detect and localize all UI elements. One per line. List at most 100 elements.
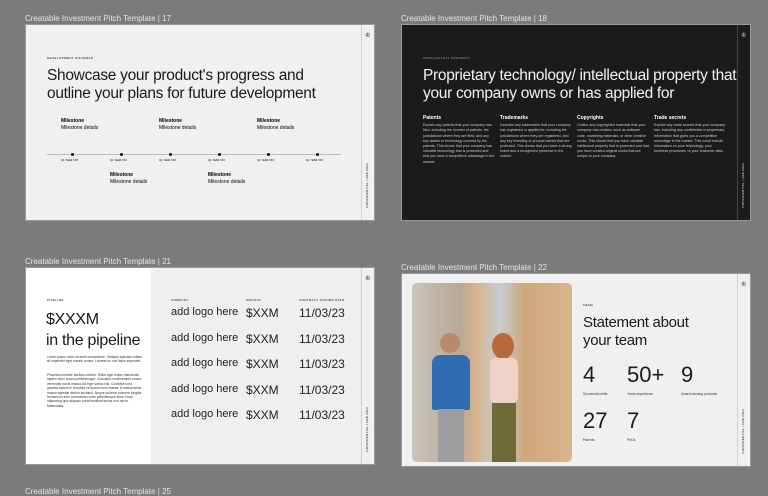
table-cell: $XXM (246, 331, 279, 346)
milestone-details: Milestone details (257, 125, 295, 131)
milestone-title: Milestone (208, 172, 232, 178)
team-photo (412, 283, 572, 462)
table-cell: 11/03/23 (299, 331, 345, 346)
slide-label: Creatable Investment Pitch Template | 22 (401, 263, 548, 272)
slide-kicker: Intellectual property (423, 56, 471, 60)
stat-caption: Successful exits (583, 392, 608, 396)
side-strip: ♔ CONFIDENTIAL | FEB 2023 (361, 25, 374, 220)
table-cell: 11/03/23 (299, 357, 345, 371)
slide-21[interactable]: Pipeline $XXXM in the pipeline Lorem ips… (25, 267, 375, 465)
stat-value: 9 (681, 362, 694, 387)
stat-caption: Patents (583, 438, 595, 442)
column-header: Amount (246, 298, 262, 302)
slide-label: Creatable Investment Pitch Template | 21 (25, 257, 172, 266)
column-title: Copyrights (577, 115, 604, 121)
timeline-line (47, 154, 341, 155)
column-text: Explain any patents that your company ha… (423, 123, 495, 164)
slide-title: Showcase your product's progress and out… (47, 67, 316, 102)
confidential-label: CONFIDENTIAL | FEB 2023 (365, 163, 369, 208)
milestone: Milestone Milestone details (61, 118, 98, 132)
stat-caption: Award-winning products (681, 392, 718, 396)
side-strip: ♔ CONFIDENTIAL | FEB 2023 (737, 274, 750, 466)
milestone: Milestone Milestone details (159, 118, 196, 132)
ip-column: Trade secrets Explain any trade secrets t… (654, 115, 726, 154)
slide-kicker: Development roadmap (47, 56, 94, 60)
quarter-label: Q1 YEAR XXX (159, 159, 177, 162)
slide-17[interactable]: Development roadmap Showcase your produc… (25, 24, 375, 221)
column-text: Explain any trade secrets that your comp… (654, 123, 725, 154)
ip-column: Trademarks Describe any trademarks that y… (500, 115, 572, 160)
confidential-label: CONFIDENTIAL | FEB 2023 (741, 163, 745, 208)
column-header: Company (171, 298, 189, 302)
milestone-details: Milestone details (61, 125, 99, 131)
slide-18[interactable]: Intellectual property Proprietary techno… (401, 24, 751, 221)
slide-title: Statement about your team (583, 314, 689, 349)
milestone-title: Milestone (61, 118, 85, 124)
milestone: Milestone Milestone details (110, 172, 147, 186)
table-cell: add logo here (171, 331, 239, 344)
ip-column: Copyrights Outline any copyrighted materi… (577, 115, 649, 160)
milestone-dot (218, 153, 221, 156)
quarter-label: Q1 YEAR XXX (306, 159, 324, 162)
milestone-details: Milestone details (110, 179, 148, 185)
side-strip: ♔ CONFIDENTIAL | FEB 2023 (361, 268, 374, 464)
milestone-dot (316, 153, 319, 156)
table-cell: $XXM (246, 382, 279, 397)
confidential-label: CONFIDENTIAL | FEB 2023 (741, 409, 745, 454)
column-text: Describe any trademarks that your compan… (500, 123, 572, 159)
milestone-details: Milestone details (208, 179, 246, 185)
side-strip: ♔ CONFIDENTIAL | FEB 2023 (737, 25, 750, 220)
slide-title: Proprietary technology/ intellectual pro… (423, 67, 737, 102)
table-cell: add logo here (171, 306, 239, 318)
slide-label: Creatable Investment Pitch Template | 17 (25, 14, 172, 23)
table-cell: $XXM (246, 306, 279, 320)
quarter-label: Q1 YEAR XXX (110, 159, 128, 162)
slide-kicker: Team (583, 303, 593, 307)
table-cell: $XXM (246, 357, 279, 371)
body-paragraph: Lorem ipsum dolor sit amet consectetur. … (47, 355, 142, 364)
column-title: Trademarks (500, 115, 529, 121)
milestone-title: Milestone (159, 118, 183, 124)
stat-value: 27 (583, 408, 608, 433)
stat-value: 4 (583, 362, 596, 387)
column-text: Outline any copyrighted materials that y… (577, 123, 649, 159)
slide-22[interactable]: Team Statement about your team ♔ CONFIDEN… (401, 273, 751, 467)
column-title: Patents (423, 115, 442, 121)
table-cell: add logo here (171, 408, 239, 420)
table-cell: $XXM (246, 408, 279, 422)
milestone: Milestone Milestone details (208, 172, 245, 186)
slide-label: Creatable Investment Pitch Template | 25 (25, 487, 172, 496)
milestone-title: Milestone (257, 118, 281, 124)
stat-value: 50+ (627, 362, 665, 387)
table-cell: 11/03/23 (299, 382, 345, 397)
ip-column: Patents Explain any patents that your com… (423, 115, 495, 165)
confidential-label: CONFIDENTIAL | FEB 2023 (365, 407, 369, 452)
logo-icon: ♔ (741, 33, 747, 39)
body-paragraph: Pharetra molestie facilisis ultrices. Te… (47, 373, 142, 408)
milestone-title: Milestone (110, 172, 134, 178)
quarter-label: Q1 YEAR XXX (61, 159, 79, 162)
table-cell: add logo here (171, 382, 239, 395)
slide-label: Creatable Investment Pitch Template | 18 (401, 14, 548, 23)
table-cell: 11/03/23 (299, 306, 345, 320)
column-title: Trade secrets (654, 115, 687, 121)
stat-value: 7 (627, 408, 640, 433)
column-header: Contract signed date (299, 298, 345, 302)
stat-caption: PhDs (627, 438, 636, 442)
milestone-dot (267, 153, 270, 156)
pipeline-amount: $XXXM (46, 311, 99, 328)
milestone-dot (169, 153, 172, 156)
milestone-details: Milestone details (159, 125, 197, 131)
table-cell: add logo here (171, 357, 239, 369)
milestone-dot (120, 153, 123, 156)
milestone-dot (71, 153, 74, 156)
pipeline-title: in the pipeline (46, 332, 141, 349)
table-cell: 11/03/23 (299, 408, 345, 422)
slide-kicker: Pipeline (47, 298, 64, 302)
logo-icon: ♔ (365, 276, 371, 282)
logo-icon: ♔ (365, 33, 371, 39)
quarter-label: Q1 YEAR XXX (208, 159, 226, 162)
milestone: Milestone Milestone details (257, 118, 294, 132)
quarter-label: Q1 YEAR XXX (257, 159, 275, 162)
stat-caption: Years experience (627, 392, 654, 396)
